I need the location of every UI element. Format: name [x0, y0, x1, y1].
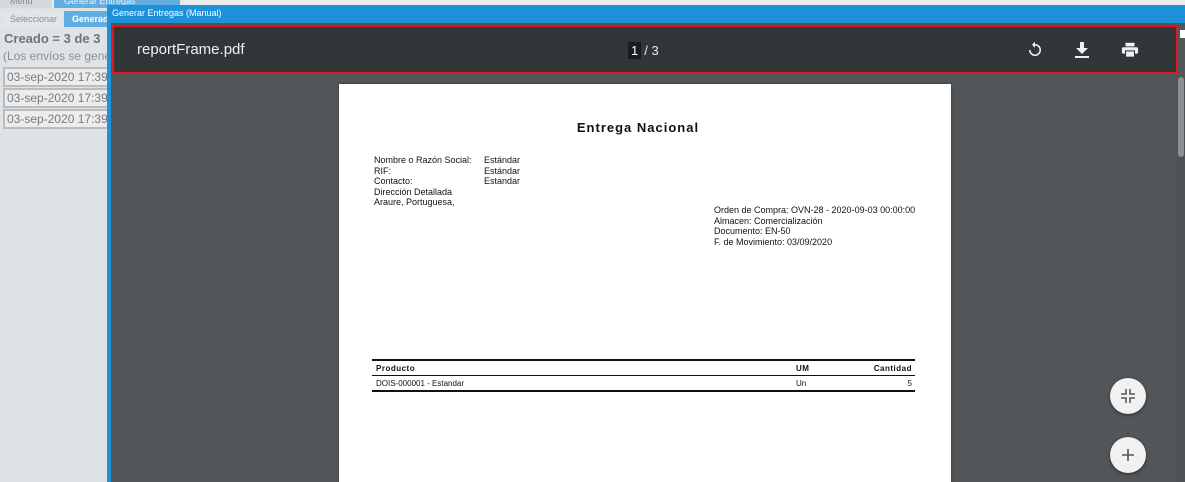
result-row[interactable]: 03-sep-2020 17:39	[3, 109, 113, 129]
table-row: DOIS-000001 - Estandar Un 5	[372, 376, 915, 390]
page-number-input[interactable]: 1	[628, 41, 642, 59]
document-title: Entrega Nacional	[576, 120, 700, 135]
scrollbar-thumb[interactable]	[1178, 77, 1184, 157]
label-contacto: Contacto:	[374, 176, 413, 186]
order-line: Almacen: Comercialización	[714, 215, 823, 226]
pdf-toolbar: reportFrame.pdf 1 / 3	[112, 25, 1178, 74]
page-indicator: 1 / 3	[628, 40, 659, 60]
products-table: Producto UM Cantidad DOIS-000001 - Estan…	[372, 359, 915, 392]
zoom-in-icon	[1122, 449, 1134, 461]
pdf-viewer: reportFrame.pdf 1 / 3 Entrega Nacional N…	[111, 23, 1185, 482]
result-row[interactable]: 03-sep-2020 17:39	[3, 67, 113, 87]
page-total: / 3	[644, 42, 659, 58]
print-icon	[1121, 42, 1139, 58]
header-um: UM	[796, 364, 810, 373]
dialog-title: Generar Entregas (Manual)	[112, 8, 222, 18]
table-bottom-rule	[372, 390, 915, 392]
download-icon	[1075, 42, 1089, 58]
value-razon-social: Estándar	[484, 155, 521, 165]
client-labels: Nombre o Razón Social: RIF: Contacto: Di…	[374, 155, 472, 208]
fit-page-button[interactable]	[1110, 378, 1146, 414]
header-product: Producto	[376, 364, 416, 373]
order-line: Documento: EN-50	[714, 226, 791, 236]
client-values: Estándar Estándar Estandar	[484, 155, 520, 187]
header-qty: Cantidad	[873, 364, 912, 373]
cell-qty: 5	[907, 379, 912, 388]
tab-menu[interactable]: Menú (9)	[0, 0, 52, 20]
value-contacto: Estandar	[484, 176, 521, 186]
screen: Menú (9) Generar Entregas (Manual) Selec…	[0, 0, 1185, 482]
value-rif: Estándar	[484, 165, 521, 176]
table-header: Producto UM Cantidad	[372, 361, 915, 375]
result-row[interactable]: 03-sep-2020 17:39	[3, 88, 113, 108]
label-rif: RIF:	[374, 165, 391, 176]
rotate-icon	[1029, 41, 1041, 56]
subtab-seleccionar[interactable]: Seleccionar	[2, 11, 62, 27]
order-info: Orden de Compra: OVN-28 - 2020-09-03 00:…	[714, 205, 915, 247]
zoom-in-button[interactable]	[1110, 437, 1146, 473]
address-line: Araure, Portuguesa,	[374, 197, 455, 207]
background-status-note: (Los envíos se gene	[3, 49, 112, 63]
rotate-button[interactable]	[1022, 37, 1048, 63]
order-line: Orden de Compra: OVN-28 - 2020-09-03 00:…	[714, 205, 916, 215]
subtab-generar[interactable]: Generad	[64, 11, 112, 27]
vertical-scrollbar[interactable]	[1177, 77, 1185, 482]
pdf-page: Entrega Nacional Nombre o Razón Social: …	[339, 84, 951, 482]
cell-product: DOIS-000001 - Estandar	[376, 379, 465, 388]
fit-page-icon	[1121, 389, 1135, 403]
label-razon-social: Nombre o Razón Social:	[374, 155, 472, 165]
background-subtabs: Seleccionar Generad	[0, 11, 112, 27]
report-dialog: Generar Entregas (Manual) reportFrame.pd…	[107, 5, 1185, 482]
order-line: F. de Movimiento: 03/09/2020	[714, 236, 833, 247]
background-status-title: Creado = 3 de 3	[4, 31, 101, 46]
print-button[interactable]	[1117, 37, 1143, 63]
cell-um: Un	[796, 379, 807, 388]
window-edge-marker	[1180, 30, 1185, 38]
pdf-file-name: reportFrame.pdf	[137, 41, 245, 58]
download-button[interactable]	[1069, 37, 1095, 63]
background-result-list: 03-sep-2020 17:39 03-sep-2020 17:39 03-s…	[3, 67, 113, 130]
label-direccion: Dirección Detallada	[374, 186, 453, 197]
